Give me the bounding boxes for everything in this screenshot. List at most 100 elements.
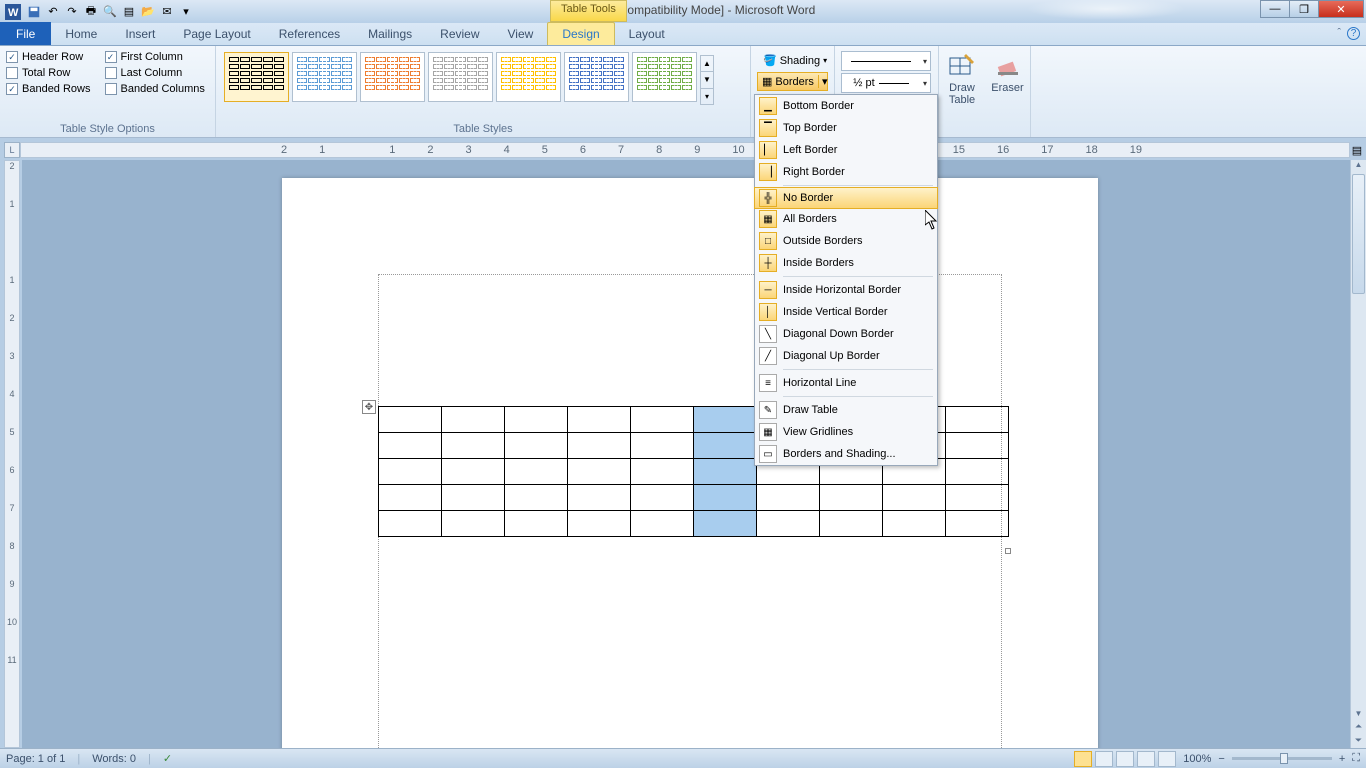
table-style-6[interactable] bbox=[564, 52, 629, 102]
pen-style-selector[interactable] bbox=[841, 51, 931, 71]
minimize-button[interactable]: — bbox=[1260, 0, 1290, 18]
dd-outside-borders[interactable]: □Outside Borders bbox=[755, 230, 937, 252]
qat-save-icon[interactable] bbox=[26, 4, 42, 20]
table-style-7[interactable] bbox=[632, 52, 697, 102]
scrollbar-thumb[interactable] bbox=[1352, 174, 1365, 294]
tab-home[interactable]: Home bbox=[51, 22, 111, 45]
tab-view[interactable]: View bbox=[494, 22, 548, 45]
tab-page-layout[interactable]: Page Layout bbox=[169, 22, 264, 45]
qat-quickprint-icon[interactable]: 🖶 bbox=[83, 4, 99, 20]
dd-right-border[interactable]: ▕Right Border bbox=[755, 161, 937, 183]
gallery-scroll-down[interactable]: ▼ bbox=[701, 72, 713, 88]
draw-table-button[interactable]: Draw Table bbox=[945, 49, 979, 109]
dd-draw-table[interactable]: ✎Draw Table bbox=[755, 399, 937, 421]
qat-customize-icon[interactable]: ▾ bbox=[178, 4, 194, 20]
chk-first-column[interactable]: First Column bbox=[105, 51, 205, 63]
chk-banded-columns-label: Banded Columns bbox=[121, 83, 205, 95]
pen-weight-selector[interactable]: ½ pt bbox=[841, 73, 931, 93]
table-style-5[interactable] bbox=[496, 52, 561, 102]
tab-insert[interactable]: Insert bbox=[111, 22, 169, 45]
dd-inside-horizontal[interactable]: ─Inside Horizontal Border bbox=[755, 279, 937, 301]
dd-all-borders[interactable]: ▦ All Borders bbox=[755, 208, 937, 230]
toggle-ruler-icon[interactable]: ▤ bbox=[1350, 142, 1364, 158]
shading-label: Shading bbox=[780, 55, 820, 67]
close-button[interactable]: ✕ bbox=[1318, 0, 1364, 18]
zoom-level[interactable]: 100% bbox=[1183, 753, 1211, 765]
chk-header-row[interactable]: Header Row bbox=[6, 51, 91, 63]
dd-inside-vertical[interactable]: │Inside Vertical Border bbox=[755, 301, 937, 323]
qat-new-icon[interactable]: ▤ bbox=[121, 4, 137, 20]
table-resize-handle[interactable] bbox=[1005, 548, 1011, 554]
minimize-ribbon-icon[interactable]: ˆ bbox=[1337, 27, 1341, 40]
tab-design[interactable]: Design bbox=[547, 22, 614, 45]
bottom-border-icon: ▁ bbox=[759, 97, 777, 115]
gallery-scroll-up[interactable]: ▲ bbox=[701, 56, 713, 72]
dd-diagonal-up[interactable]: ╱Diagonal Up Border bbox=[755, 345, 937, 367]
dd-inside-borders[interactable]: ┼Inside Borders bbox=[755, 252, 937, 274]
table-style-4[interactable] bbox=[428, 52, 493, 102]
dd-all-borders-label: All Borders bbox=[783, 213, 837, 225]
zoom-in-button[interactable]: + bbox=[1339, 753, 1345, 765]
chk-banded-rows[interactable]: Banded Rows bbox=[6, 83, 91, 95]
vertical-scrollbar[interactable]: ▲ ▼ ⏶ ⏷ bbox=[1350, 160, 1366, 748]
dd-horizontal-line[interactable]: ≡Horizontal Line bbox=[755, 372, 937, 394]
view-full-screen[interactable] bbox=[1095, 751, 1113, 767]
gallery-more[interactable]: ▾ bbox=[701, 89, 713, 104]
hline-icon: ≡ bbox=[759, 374, 777, 392]
tab-file[interactable]: File bbox=[0, 22, 51, 45]
status-page[interactable]: Page: 1 of 1 bbox=[6, 753, 65, 765]
zoom-slider[interactable] bbox=[1232, 757, 1332, 760]
borders-button[interactable]: ▦ Borders ▾ bbox=[757, 72, 828, 91]
tab-references[interactable]: References bbox=[265, 22, 354, 45]
help-icon[interactable]: ? bbox=[1347, 27, 1360, 40]
prev-page-icon[interactable]: ⏶ bbox=[1351, 721, 1366, 732]
table-style-1[interactable] bbox=[224, 52, 289, 102]
tab-mailings[interactable]: Mailings bbox=[354, 22, 426, 45]
view-web-layout[interactable] bbox=[1116, 751, 1134, 767]
chk-total-row[interactable]: Total Row bbox=[6, 67, 91, 79]
dd-borders-and-shading[interactable]: ▭Borders and Shading... bbox=[755, 443, 937, 465]
qat-redo-icon[interactable]: ↷ bbox=[64, 4, 80, 20]
qat-open-icon[interactable]: 📂 bbox=[140, 4, 156, 20]
status-words[interactable]: Words: 0 bbox=[92, 753, 136, 765]
qat-undo-icon[interactable]: ↶ bbox=[45, 4, 61, 20]
dd-top-border[interactable]: ▔Top Border bbox=[755, 117, 937, 139]
tab-selector[interactable]: L bbox=[4, 142, 20, 158]
draw-table-label: Draw Table bbox=[949, 82, 975, 106]
all-borders-icon: ▦ bbox=[759, 210, 777, 228]
view-draft[interactable] bbox=[1158, 751, 1176, 767]
restore-button[interactable]: ❐ bbox=[1289, 0, 1319, 18]
shading-button[interactable]: 🪣 Shading ▾ bbox=[757, 51, 828, 70]
table-move-handle[interactable]: ✥ bbox=[362, 400, 376, 414]
dd-diagonal-down[interactable]: ╲Diagonal Down Border bbox=[755, 323, 937, 345]
qat-printpreview-icon[interactable]: 🔍 bbox=[102, 4, 118, 20]
tab-layout[interactable]: Layout bbox=[615, 22, 679, 45]
vertical-ruler[interactable]: 211234567891011 bbox=[4, 160, 20, 748]
draw-table-icon bbox=[948, 52, 976, 80]
dd-bottom-border[interactable]: ▁Bottom Border bbox=[755, 95, 937, 117]
word-icon: W bbox=[5, 4, 21, 20]
status-proofing-icon[interactable]: ✓ bbox=[163, 752, 172, 765]
document-area[interactable]: ✥ bbox=[22, 160, 1350, 748]
horizontal-ruler[interactable]: 2112345678910111213141516171819 bbox=[20, 142, 1350, 158]
chk-last-column[interactable]: Last Column bbox=[105, 67, 205, 79]
borders-icon: ▦ bbox=[762, 75, 772, 88]
zoom-fit-button[interactable]: ⛶ bbox=[1352, 752, 1360, 765]
tab-review[interactable]: Review bbox=[426, 22, 493, 45]
chk-header-row-label: Header Row bbox=[22, 51, 83, 63]
dd-draw-table-label: Draw Table bbox=[783, 404, 838, 416]
table-style-3[interactable] bbox=[360, 52, 425, 102]
qat-email-icon[interactable]: ✉ bbox=[159, 4, 175, 20]
borders-dropdown-toggle[interactable]: ▾ bbox=[818, 75, 831, 88]
zoom-out-button[interactable]: − bbox=[1218, 753, 1224, 765]
view-outline[interactable] bbox=[1137, 751, 1155, 767]
dd-view-gridlines[interactable]: ▦View Gridlines bbox=[755, 421, 937, 443]
table-style-2[interactable] bbox=[292, 52, 357, 102]
next-page-icon[interactable]: ⏷ bbox=[1351, 735, 1366, 746]
dd-left-border-label: Left Border bbox=[783, 144, 837, 156]
dd-no-border[interactable]: ╬No Border bbox=[754, 187, 938, 209]
dd-left-border[interactable]: ▏Left Border bbox=[755, 139, 937, 161]
chk-banded-columns[interactable]: Banded Columns bbox=[105, 83, 205, 95]
eraser-button[interactable]: Eraser bbox=[991, 49, 1024, 97]
view-print-layout[interactable] bbox=[1074, 751, 1092, 767]
